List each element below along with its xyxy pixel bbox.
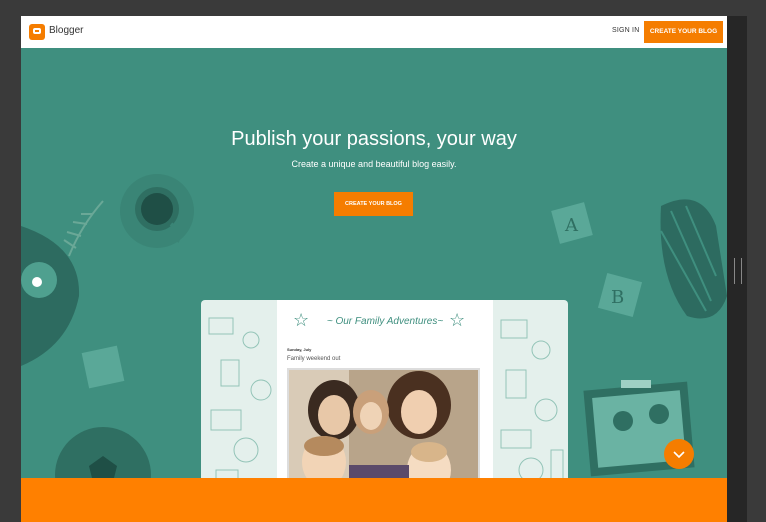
create-your-blog-button[interactable]: CREATE YOUR BLOG <box>334 192 413 216</box>
resize-handle[interactable] <box>734 258 742 284</box>
hero-headline: Publish your passions, your way <box>231 128 517 150</box>
sample-blog-page: ☆ ~ Our Family Adventures~ ☆ Sunday, Jul… <box>277 300 493 500</box>
star-outline-icon: ☆ <box>449 310 466 330</box>
letter-block-left-illustration <box>81 345 125 389</box>
coffee-cup-illustration <box>120 174 194 248</box>
chevron-down-icon <box>673 451 685 459</box>
svg-text:A: A <box>564 215 579 236</box>
oven-mitt-illustration <box>660 199 727 319</box>
letter-block-a-illustration: A <box>551 202 593 244</box>
svg-text:B: B <box>611 287 624 308</box>
scroll-down-button[interactable] <box>664 439 694 469</box>
bottom-orange-section <box>21 478 727 522</box>
sample-blog-preview: ☆ ~ Our Family Adventures~ ☆ Sunday, Jul… <box>201 300 568 500</box>
blogger-landing-page: Blogger SIGN IN CREATE YOUR BLOG A B Pub… <box>21 16 727 522</box>
hero-subtitle: Create a unique and beautiful blog easil… <box>291 159 457 169</box>
flower-illustration <box>21 226 80 366</box>
sample-post-title: Family weekend out <box>287 356 341 362</box>
sample-post-date: Sunday, July <box>287 347 312 352</box>
plant-leaf-illustration <box>63 200 104 257</box>
letter-block-b-illustration: B <box>597 272 643 318</box>
